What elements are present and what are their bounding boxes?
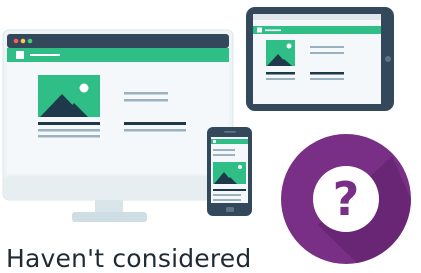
monitor-browser-bar [7, 34, 229, 48]
content-line-right-2 [124, 129, 186, 132]
phone-text-top-2 [213, 154, 235, 156]
responsive-devices-illustration: ? [2, 7, 411, 264]
tablet-sun [286, 43, 292, 49]
tablet-home-button [385, 56, 391, 62]
tablet-content-line-4 [310, 78, 344, 80]
tablet-top-strip [253, 14, 381, 20]
caption-text: Haven't considered [6, 244, 252, 273]
tablet-icon [246, 7, 394, 111]
phone-content-line-1 [213, 189, 246, 191]
hero-text-line-1 [124, 92, 168, 95]
window-dot-red [13, 38, 19, 44]
monitor-chin [3, 176, 233, 200]
window-dot-yellow [20, 38, 26, 44]
site-nav-line [30, 54, 60, 56]
site-logo-box [16, 51, 24, 59]
tablet-nav-line [265, 29, 281, 32]
hero-text-line-2 [124, 99, 168, 102]
tablet-content-line-1 [266, 72, 295, 75]
tablet-text-line-2 [310, 52, 344, 54]
content-line-left-2 [38, 129, 100, 132]
content-line-right-1 [124, 122, 186, 125]
content-line-left-3 [38, 135, 100, 138]
phone-home-button [226, 207, 234, 212]
phone-sun [238, 165, 242, 169]
phone-icon [207, 127, 252, 216]
desktop-monitor-icon [2, 29, 234, 222]
content-line-left-1 [38, 122, 100, 125]
phone-content-line-3 [213, 199, 241, 201]
hero-sun [79, 83, 89, 93]
window-dot-green [27, 38, 33, 44]
tablet-content-line-2 [266, 78, 295, 80]
tablet-logo-box [257, 27, 262, 33]
phone-content-line-2 [213, 194, 241, 196]
tablet-text-line-1 [310, 46, 344, 48]
question-mark-icon: ? [281, 134, 411, 264]
question-glyph: ? [333, 172, 360, 226]
phone-nav-bar [211, 139, 248, 144]
phone-speaker [224, 131, 236, 133]
tablet-content-line-3 [310, 72, 344, 75]
phone-text-top-1 [213, 149, 235, 151]
monitor-stand-base [72, 212, 147, 222]
phone-logo-box [213, 140, 216, 143]
